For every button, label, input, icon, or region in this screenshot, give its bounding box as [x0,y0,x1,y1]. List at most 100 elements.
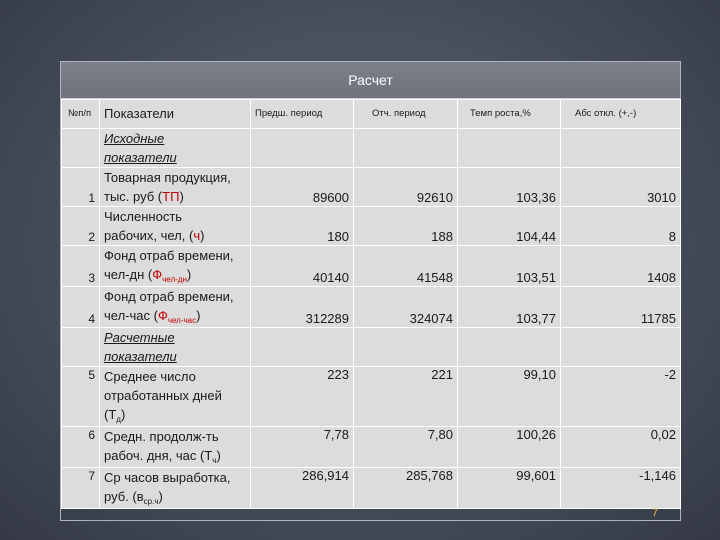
indicator-text: ) [216,448,221,463]
table-row: 7 Ср часов выработка, руб. (вср.ч) 286,9… [61,467,681,509]
value-report: 41548 [353,245,458,287]
section-label-line: Расчетные [104,330,175,345]
row-number: 1 [61,167,100,207]
page-number: 7 [652,507,659,519]
indicator-line: Средн. продолж-ть [104,429,219,444]
value-abs: 11785 [560,286,681,328]
row-indicator: Средн. продолж-ть рабоч. дня, час (Тч) [99,426,251,468]
value-prev: 180 [250,206,354,246]
value-growth: 103,77 [457,286,561,328]
table-row: 1 Товарная продукция, тыс. руб (ТП) 8960… [61,167,681,207]
value-abs: 0,02 [560,426,681,468]
row-indicator: Ср часов выработка, руб. (вср.ч) [99,467,251,509]
indicator-line: рабоч. дня, час (Тч) [104,446,246,467]
value-abs: -2 [560,366,681,427]
indicator-text: ) [186,267,192,282]
section-label-line: показатели [104,349,177,364]
indicator-subscript: ч [212,456,217,465]
indicator-line: тыс. руб (ТП) [104,187,246,206]
calculation-table-wrap: №п/п Показатели Предш. период Отч. перио… [61,99,681,517]
indicator-text: ) [120,407,126,422]
value-prev: 7,78 [250,426,354,468]
table-title: Расчет [61,62,680,99]
empty-cell [457,327,561,367]
row-indicator: Фонд отраб времени, чел-час (Фчел-час) [99,286,251,328]
row-number: 5 [61,366,100,427]
value-prev: 312289 [250,286,354,328]
empty-cell [250,327,354,367]
empty-cell [61,327,100,367]
indicator-line: Среднее число [104,369,196,384]
section-row-calc: Расчетные показатели [61,327,681,367]
indicator-line: Ср часов выработка, [104,470,231,485]
indicator-symbol: Ф [152,267,163,282]
value-growth: 103,51 [457,245,561,287]
row-number: 6 [61,426,100,468]
indicator-symbol: Ф [157,308,168,323]
indicator-subscript: чел-дн [162,275,187,284]
value-growth: 99,10 [457,366,561,427]
empty-cell [560,327,681,367]
col-header-abs: Абс откл. (+,-) [560,99,681,129]
value-growth: 100,26 [457,426,561,468]
row-indicator: Среднее число отработанных дней (Тд) [99,366,251,427]
col-header-prev: Предш. период [250,99,354,129]
indicator-text: ) [196,308,201,323]
row-number: 4 [61,286,100,328]
table-row: 4 Фонд отраб времени, чел-час (Фчел-час)… [61,286,681,328]
value-report: 285,768 [353,467,458,509]
row-indicator: Фонд отраб времени, чел-дн (Фчел-дн) [99,245,251,287]
indicator-subscript: ср.ч [143,497,159,506]
value-abs: 8 [560,206,681,246]
empty-cell [61,128,100,168]
empty-cell [560,128,681,168]
indicator-text: тыс. руб ( [104,189,163,204]
indicator-line: отработанных дней [104,388,222,403]
indicator-line: Численность [104,209,183,224]
indicator-text: ) [200,228,205,243]
indicator-symbol: ТП [162,189,180,204]
indicator-text: чел-час ( [104,308,158,323]
indicator-line: рабочих, чел, (ч) [104,226,246,245]
value-report: 324074 [353,286,458,328]
section-label-initial: Исходные показатели [99,128,251,168]
indicator-line: (Тд) [104,405,246,426]
indicator-subscript: чел-час [167,316,197,325]
indicator-text: ) [158,489,163,504]
indicator-text: чел-дн ( [104,267,153,282]
indicator-text: (Т [104,407,117,422]
empty-cell [353,327,458,367]
empty-cell [457,128,561,168]
row-indicator: Численность рабочих, чел, (ч) [99,206,251,246]
col-header-no: №п/п [61,99,100,129]
indicator-subscript: д [116,415,121,424]
calculation-table: №п/п Показатели Предш. период Отч. перио… [61,99,681,509]
section-label-calc: Расчетные показатели [99,327,251,367]
table-row: 3 Фонд отраб времени, чел-дн (Фчел-дн) 4… [61,245,681,287]
value-report: 7,80 [353,426,458,468]
indicator-line: Товарная продукция, [104,170,231,185]
value-abs: -1,146 [560,467,681,509]
table-row: 6 Средн. продолж-ть рабоч. дня, час (Тч)… [61,426,681,468]
value-report: 221 [353,366,458,427]
value-growth: 104,44 [457,206,561,246]
indicator-line: чел-час (Фчел-час) [104,306,246,327]
indicator-text: ) [179,189,184,204]
value-growth: 99,601 [457,467,561,509]
row-number: 2 [61,206,100,246]
indicator-text: рабоч. дня, час (Т [104,448,213,463]
value-prev: 286,914 [250,467,354,509]
row-number: 7 [61,467,100,509]
value-abs: 3010 [560,167,681,207]
row-indicator: Товарная продукция, тыс. руб (ТП) [99,167,251,207]
col-header-growth: Темп роста,% [457,99,561,129]
section-label-line: Исходные [104,131,165,146]
indicator-line: руб. (вср.ч) [104,487,246,508]
value-prev: 40140 [250,245,354,287]
section-row-initial: Исходные показатели [61,128,681,168]
indicator-line: Фонд отраб времени, [104,248,234,263]
value-abs: 1408 [560,245,681,287]
indicator-line: чел-дн (Фчел-дн) [104,265,246,286]
indicator-line: Фонд отраб времени, [104,289,234,304]
section-label-line: показатели [104,150,177,165]
